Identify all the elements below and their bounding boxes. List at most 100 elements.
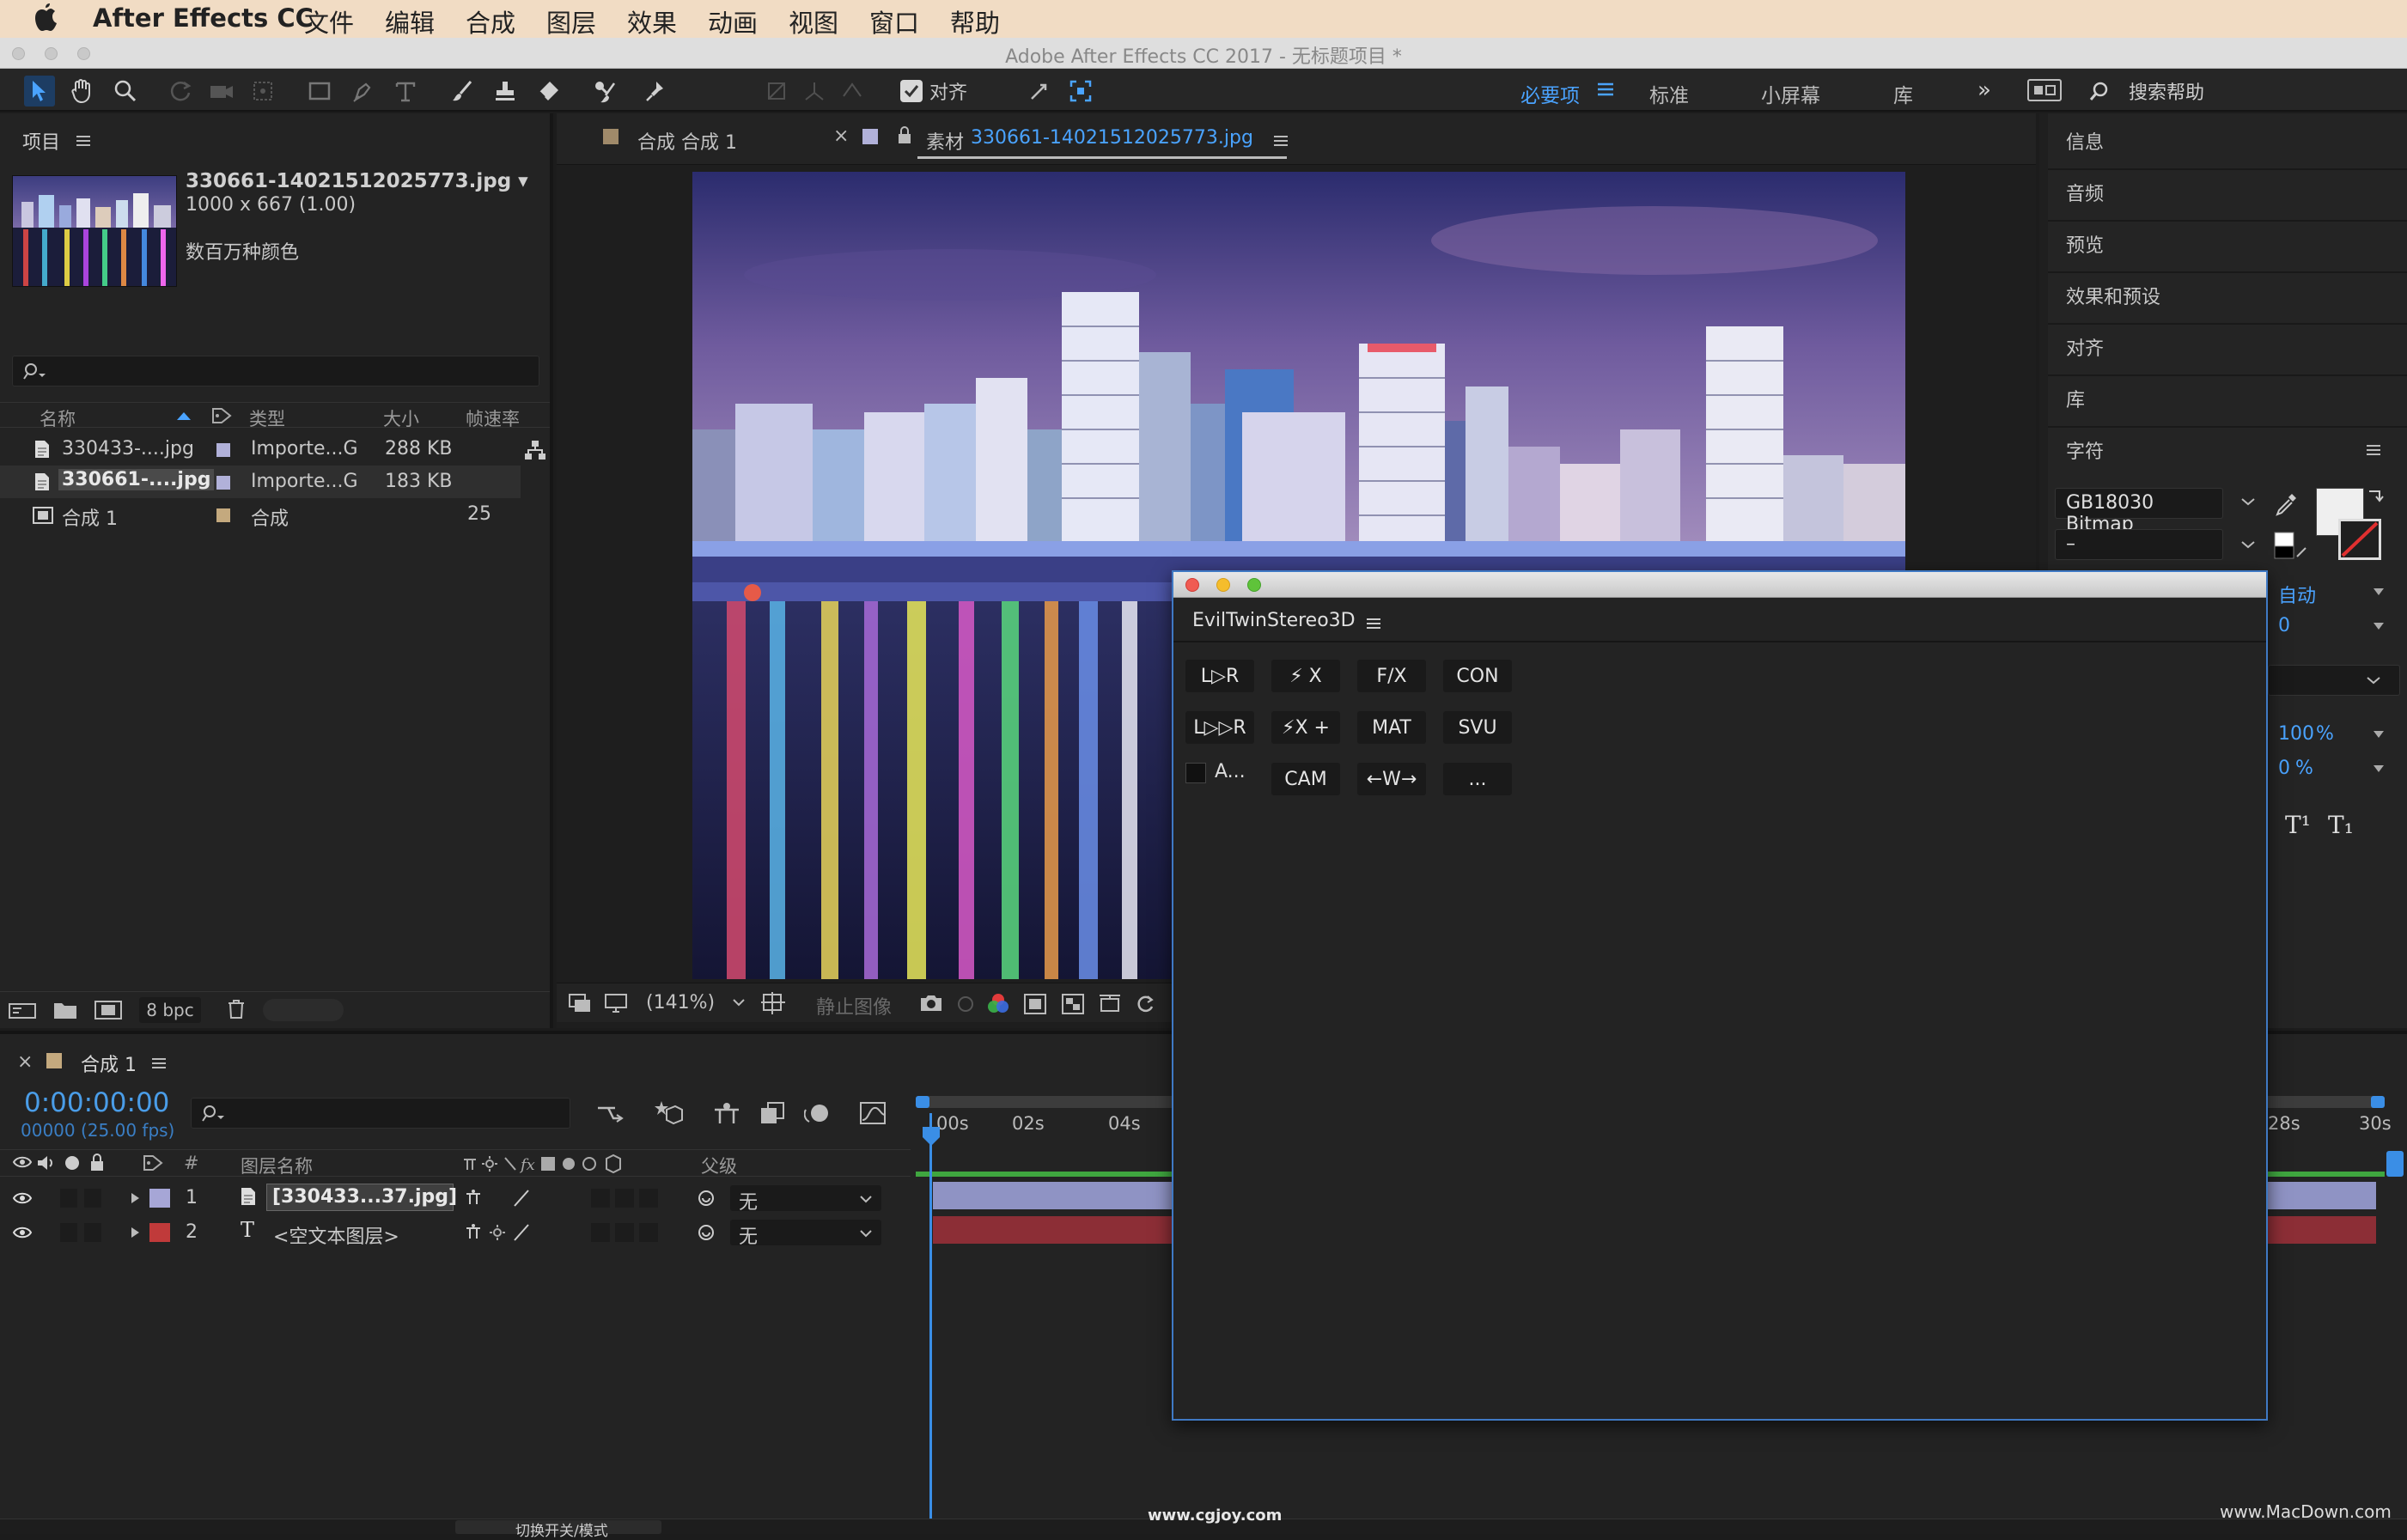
con-button[interactable]: CON xyxy=(1443,660,1512,692)
search-help-icon[interactable] xyxy=(2089,81,2110,101)
workspace-small-screen[interactable]: 小屏幕 xyxy=(1761,79,1820,108)
parent-select[interactable]: 无 xyxy=(730,1185,881,1214)
panel-libraries[interactable]: 库 xyxy=(2066,385,2085,412)
shy-switch-icon[interactable] xyxy=(464,1189,483,1208)
panel-menu-icon[interactable] xyxy=(2366,443,2381,457)
panel-menu-icon[interactable] xyxy=(76,134,91,148)
auto-checkbox[interactable] xyxy=(1185,763,1206,783)
label-column-icon[interactable] xyxy=(211,407,232,424)
workspace-settings-icon[interactable] xyxy=(2027,79,2062,101)
close-tab-icon[interactable]: × xyxy=(17,1051,33,1073)
axis-local-icon[interactable] xyxy=(761,76,792,107)
trash-icon[interactable] xyxy=(227,999,246,1020)
monitor-icon[interactable] xyxy=(605,994,627,1013)
horizontal-scale-value[interactable]: 100 xyxy=(2278,723,2314,745)
panel-effects-presets[interactable]: 效果和预设 xyxy=(2066,282,2160,309)
snap-edge-icon[interactable] xyxy=(1024,76,1055,107)
apple-icon[interactable] xyxy=(33,3,58,33)
subscript-button[interactable]: T₁ xyxy=(2328,811,2354,839)
label-column-icon[interactable] xyxy=(143,1154,163,1172)
checkbox-icon[interactable] xyxy=(900,80,923,102)
parent-column[interactable]: 父级 xyxy=(701,1153,737,1178)
solo-switch[interactable] xyxy=(60,1189,77,1208)
project-search-input[interactable] xyxy=(12,356,539,387)
tab-footage-prefix[interactable]: 素材 xyxy=(926,127,964,155)
new-folder-icon[interactable] xyxy=(53,1001,77,1020)
tab-menu-icon[interactable] xyxy=(1273,134,1289,148)
panel-menu-icon[interactable] xyxy=(1366,617,1381,630)
parent-select[interactable]: 无 xyxy=(730,1220,881,1248)
swap-colors-icon[interactable] xyxy=(2364,488,2385,510)
panel-audio[interactable]: 音频 xyxy=(2066,179,2104,206)
new-composition-icon[interactable] xyxy=(94,1001,122,1020)
timeline-tab[interactable]: 合成 1 xyxy=(81,1050,137,1077)
flash-x-button[interactable]: ⚡ X xyxy=(1271,660,1340,692)
panel-info[interactable]: 信息 xyxy=(2066,127,2104,155)
layer-row[interactable]: 2 T <空文本图层> 无 xyxy=(0,1214,911,1249)
pan-behind-tool-icon[interactable] xyxy=(247,76,278,107)
chevron-down-icon[interactable] xyxy=(2373,764,2385,773)
zoom-tool-icon[interactable] xyxy=(110,76,141,107)
chevron-down-icon[interactable] xyxy=(2373,587,2385,596)
svu-button[interactable]: SVU xyxy=(1443,711,1512,744)
switch-slot[interactable] xyxy=(615,1223,634,1242)
project-panel-title[interactable]: 项目 xyxy=(22,127,60,155)
lock-icon[interactable] xyxy=(897,125,912,144)
column-name[interactable]: 名称 xyxy=(40,405,76,431)
superscript-button[interactable]: T¹ xyxy=(2285,811,2311,839)
menu-effect[interactable]: 效果 xyxy=(627,3,677,40)
axis-world-icon[interactable] xyxy=(799,76,830,107)
table-row[interactable]: 330661-....jpg Importe...G 183 KB xyxy=(0,466,521,498)
camera-tool-icon[interactable] xyxy=(206,76,237,107)
rotation-tool-icon[interactable] xyxy=(165,76,196,107)
cam-button[interactable]: CAM xyxy=(1271,763,1340,795)
lock-icon[interactable] xyxy=(89,1153,105,1172)
refresh-icon[interactable] xyxy=(1134,994,1156,1014)
lr-button[interactable]: L▷R xyxy=(1185,660,1254,692)
graph-editor-icon[interactable] xyxy=(859,1099,887,1125)
column-frame-rate[interactable]: 帧速率 xyxy=(466,405,520,431)
menu-view[interactable]: 视图 xyxy=(789,3,838,40)
layer-search-input[interactable] xyxy=(191,1098,570,1129)
pickwhip-icon[interactable] xyxy=(696,1189,716,1208)
work-area-end-handle[interactable] xyxy=(2371,1096,2385,1108)
shy-switch-icon[interactable] xyxy=(464,1223,483,1242)
video-toggle-icon[interactable] xyxy=(12,1154,33,1170)
workspace-standard[interactable]: 标准 xyxy=(1649,79,1689,108)
comp-end-marker[interactable] xyxy=(2386,1151,2404,1177)
layer-label-color[interactable] xyxy=(149,1189,170,1208)
workspace-menu-icon[interactable] xyxy=(1596,81,1615,98)
motion-blur-icon[interactable] xyxy=(804,1101,830,1125)
layer-label-color[interactable] xyxy=(149,1223,170,1242)
font-style-select[interactable]: – xyxy=(2055,529,2223,560)
font-family-select[interactable]: GB18030 Bitmap xyxy=(2055,488,2223,535)
menu-layer[interactable]: 图层 xyxy=(546,3,596,40)
menu-animation[interactable]: 动画 xyxy=(708,3,758,40)
region-of-interest-icon[interactable] xyxy=(1024,994,1046,1014)
eraser-tool-icon[interactable] xyxy=(533,76,564,107)
type-tool-icon[interactable] xyxy=(390,76,421,107)
minimize-window-button[interactable] xyxy=(1216,578,1230,592)
column-type[interactable]: 类型 xyxy=(249,405,285,431)
toggle-switches-modes-button[interactable]: 切换开关/模式 xyxy=(455,1520,661,1540)
search-help-input[interactable]: 搜索帮助 xyxy=(2129,77,2204,105)
solo-toggle-icon[interactable] xyxy=(65,1156,79,1170)
panel-preview[interactable]: 预览 xyxy=(2066,230,2104,258)
eye-visibility-icon[interactable] xyxy=(12,1190,33,1206)
current-time-indicator[interactable] xyxy=(929,1113,932,1534)
quality-switch-icon[interactable] xyxy=(512,1223,531,1242)
chevron-down-icon[interactable] xyxy=(2240,539,2256,550)
playhead-handle-icon[interactable] xyxy=(921,1125,941,1147)
more-workspaces-icon[interactable]: » xyxy=(1977,77,1991,103)
switch-slot[interactable] xyxy=(615,1189,634,1208)
snap-feature-icon[interactable] xyxy=(1065,76,1096,107)
clone-stamp-tool-icon[interactable] xyxy=(490,76,521,107)
zoom-select[interactable]: (141%) xyxy=(646,992,715,1013)
plugin-title[interactable]: EvilTwinStereo3D xyxy=(1192,610,1356,631)
label-color-swatch[interactable] xyxy=(216,443,230,457)
expand-arrow-icon[interactable] xyxy=(129,1227,141,1239)
zoom-window-button[interactable] xyxy=(1247,578,1261,592)
chevron-down-icon[interactable] xyxy=(732,997,746,1007)
audio-toggle-icon[interactable] xyxy=(36,1154,57,1172)
workspace-libraries[interactable]: 库 xyxy=(1893,79,1913,108)
